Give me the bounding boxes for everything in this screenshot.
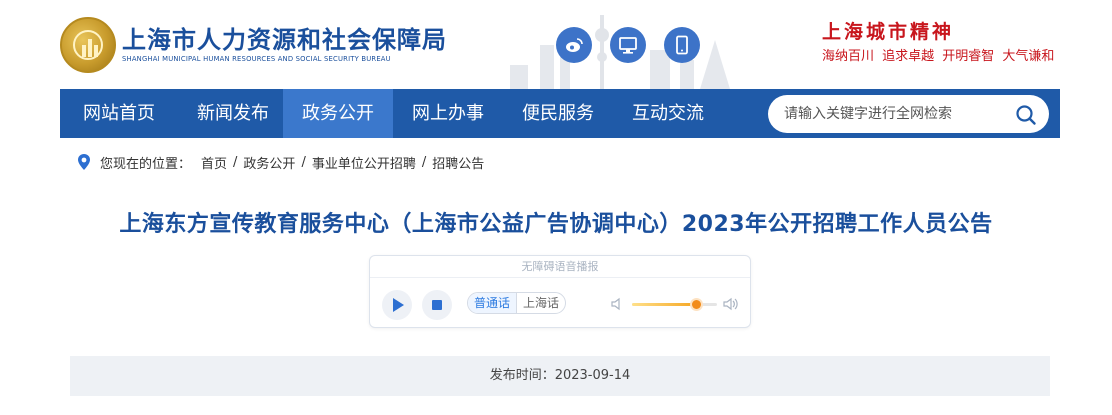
site-title[interactable]: 上海市人力资源和社会保障局: [122, 20, 447, 55]
play-button[interactable]: [382, 290, 412, 320]
breadcrumb-separator: /: [301, 154, 306, 170]
volume-slider[interactable]: [632, 300, 717, 309]
location-pin-icon: [78, 154, 90, 170]
desktop-icon[interactable]: [610, 27, 646, 63]
emblem-pillar: [82, 45, 86, 57]
emblem-pillar: [94, 45, 98, 57]
volume-low-icon: [611, 297, 620, 311]
emblem-pillar: [88, 39, 92, 57]
nav-item-government-affairs[interactable]: 政务公开: [283, 89, 393, 138]
publish-time: 发布时间：2023-09-14: [70, 356, 1050, 396]
breadcrumb-separator: /: [421, 154, 427, 170]
breadcrumb-item-home[interactable]: 首页: [201, 153, 227, 172]
nav-item-home[interactable]: 网站首页: [60, 89, 178, 138]
dialect-switch: 普通话 上海话: [467, 292, 567, 314]
mobile-icon[interactable]: [664, 27, 700, 63]
dialect-shanghainese-option[interactable]: 上海话: [517, 293, 565, 313]
breadcrumb-separator: /: [233, 154, 238, 170]
search-box: [768, 95, 1049, 133]
nav-item-online-services[interactable]: 网上办事: [393, 89, 503, 138]
breadcrumb: 您现在的位置： 首页 / 政务公开 / 事业单位公开招聘 / 招聘公告: [76, 152, 484, 172]
volume-slider-fill: [632, 303, 696, 306]
bureau-emblem-logo[interactable]: [60, 17, 116, 73]
nav-item-convenience[interactable]: 便民服务: [503, 89, 613, 138]
article-title: 上海东方宣传教育服务中心（上海市公益广告协调中心）2023年公开招聘工作人员公告: [119, 212, 993, 237]
city-spirit-slogan: 海纳百川 追求卓越 开明睿智 大气谦和: [822, 49, 1055, 64]
breadcrumb-item-recruitment[interactable]: 事业单位公开招聘: [312, 153, 416, 172]
volume-slider-knob[interactable]: [691, 300, 701, 309]
breadcrumb-item-announcement[interactable]: 招聘公告: [432, 153, 484, 172]
weibo-icon[interactable]: [556, 27, 592, 63]
stop-icon: [432, 300, 442, 310]
breadcrumb-label: 您现在的位置：: [100, 156, 192, 172]
audio-reader-player: 无障碍语音播报 普通话 上海话: [369, 255, 751, 328]
dialect-mandarin-option[interactable]: 普通话: [468, 293, 518, 313]
breadcrumb-item-government-affairs[interactable]: 政务公开: [243, 153, 295, 172]
nav-item-interaction[interactable]: 互动交流: [613, 89, 723, 138]
search-input[interactable]: [784, 104, 1014, 124]
search-icon[interactable]: [1014, 103, 1038, 127]
main-navigation: 网站首页 新闻发布 政务公开 网上办事 便民服务 互动交流: [60, 89, 1060, 138]
site-subtitle: SHANGHAI MUNICIPAL HUMAN RESOURCES AND S…: [122, 55, 391, 63]
nav-item-news[interactable]: 新闻发布: [178, 89, 288, 138]
stop-button[interactable]: [422, 290, 452, 320]
site-header: 上海市人力资源和社会保障局 SHANGHAI MUNICIPAL HUMAN R…: [0, 0, 1112, 89]
play-icon: [393, 298, 404, 312]
city-spirit-title: 上海城市精神: [822, 21, 955, 43]
volume-high-icon: [723, 297, 738, 311]
player-title: 无障碍语音播报: [370, 256, 750, 278]
